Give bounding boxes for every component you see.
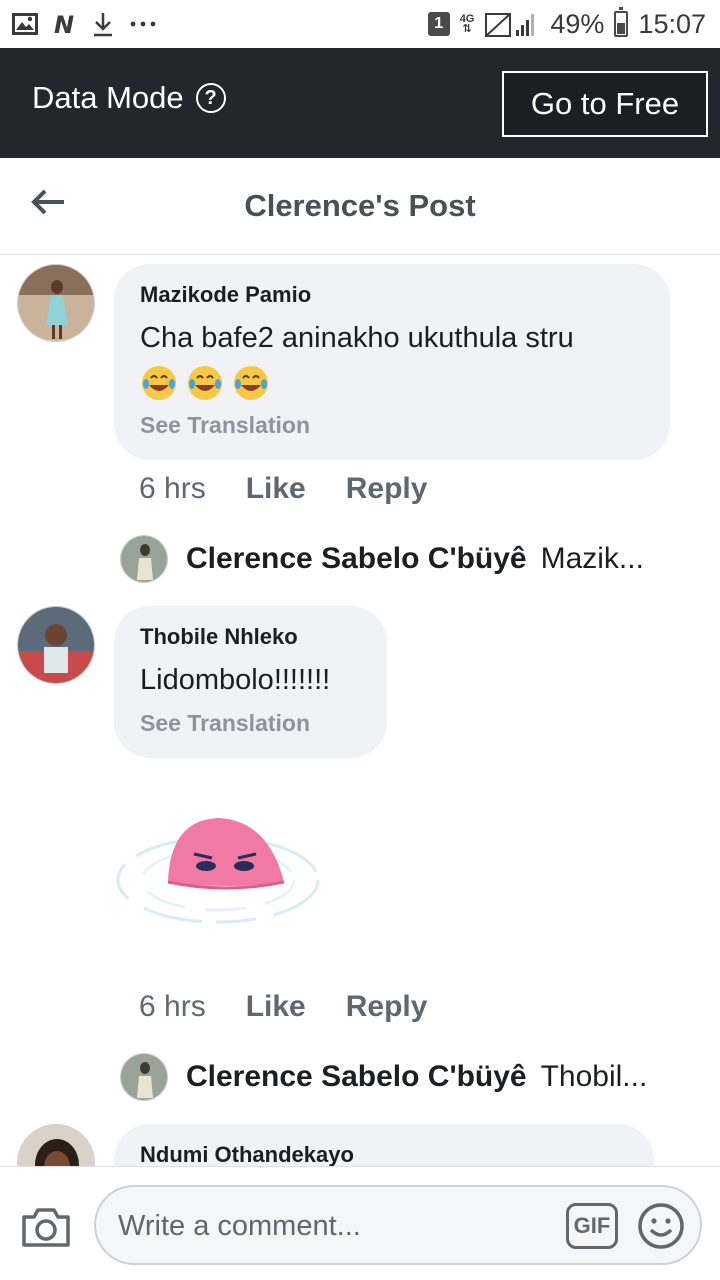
go-to-free-button[interactable]: Go to Free	[502, 71, 708, 137]
comment-text: Lidombolo!!!!!!!	[140, 664, 331, 696]
comment-time: 6 hrs	[139, 472, 206, 505]
gallery-icon	[12, 13, 38, 35]
gif-button[interactable]: GIF	[566, 1203, 618, 1249]
help-icon[interactable]: ?	[195, 83, 226, 113]
sticker-smiley-icon[interactable]	[636, 1201, 686, 1251]
laughing-tears-emoji-icon	[142, 366, 176, 401]
network-type: 4G ⇅	[459, 13, 475, 35]
avatar[interactable]	[17, 264, 95, 342]
reply-snippet: Mazik...	[540, 542, 644, 575]
comment-author[interactable]: Thobile Nhleko	[140, 624, 361, 650]
comment-text: Cha bafe2 aninakho ukuthula stru	[140, 316, 644, 404]
comment-composer: GIF	[0, 1166, 720, 1280]
comment-input[interactable]	[116, 1201, 540, 1251]
sim-badge: 1	[427, 12, 450, 36]
clock: 15:07	[638, 8, 706, 39]
status-bar-right: 1 4G ⇅ 49% 15:07	[427, 7, 706, 40]
comment-meta: 6 hrs Like Reply	[139, 472, 427, 506]
reply-button[interactable]: Reply	[346, 472, 428, 506]
download-icon	[94, 13, 112, 37]
avatar[interactable]	[17, 606, 95, 684]
comment-bubble[interactable]: Mazikode Pamio Cha bafe2 aninakho ukuthu…	[114, 264, 670, 460]
comment-time: 6 hrs	[139, 990, 206, 1023]
comment-meta: 6 hrs Like Reply	[139, 990, 427, 1024]
battery-icon	[614, 7, 629, 37]
comment-author[interactable]: Ndumi Othandekayo	[140, 1142, 628, 1168]
like-button[interactable]: Like	[246, 990, 306, 1024]
reply-avatar	[120, 1053, 168, 1101]
reply-snippet: Thobil...	[540, 1060, 648, 1093]
comment-bubble[interactable]: Thobile Nhleko Lidombolo!!!!!!! See Tran…	[114, 606, 387, 758]
comment-author[interactable]: Mazikode Pamio	[140, 282, 644, 308]
netflix-icon: N	[54, 12, 74, 36]
see-translation-link[interactable]: See Translation	[140, 710, 361, 737]
laughing-tears-emoji-icon	[188, 366, 222, 401]
data-mode-bar: Data Mode ? Go to Free	[0, 48, 720, 158]
reply-author: Clerence Sabelo C'büyê	[186, 1060, 527, 1093]
page-title: Clerence's Post	[244, 188, 476, 223]
reply-author: Clerence Sabelo C'büyê	[186, 542, 527, 575]
comment-input-container[interactable]: GIF	[94, 1185, 702, 1265]
laughing-tears-emoji-icon	[234, 366, 268, 401]
pink-blob-sticker[interactable]	[112, 810, 334, 940]
reply-button[interactable]: Reply	[346, 990, 428, 1024]
like-button[interactable]: Like	[246, 472, 306, 506]
status-bar: N 1 4G ⇅ 49% 15:07	[0, 0, 720, 48]
see-translation-link[interactable]: See Translation	[140, 412, 644, 439]
status-bar-left: N	[12, 10, 158, 38]
signal-icon	[485, 13, 535, 37]
reply-preview[interactable]: Clerence Sabelo C'büyê Mazik...	[120, 534, 680, 584]
battery-percent: 49%	[550, 8, 605, 39]
data-mode-label[interactable]: Data Mode ?	[32, 80, 226, 116]
camera-icon[interactable]	[20, 1205, 72, 1249]
reply-avatar	[120, 535, 168, 583]
svg-text:N: N	[54, 12, 74, 36]
post-header: Clerence's Post	[0, 158, 720, 255]
avatar-image	[18, 607, 94, 683]
avatar-image	[18, 265, 94, 341]
reply-preview[interactable]: Clerence Sabelo C'büyê Thobil...	[120, 1052, 680, 1102]
more-dots-icon	[130, 21, 156, 27]
